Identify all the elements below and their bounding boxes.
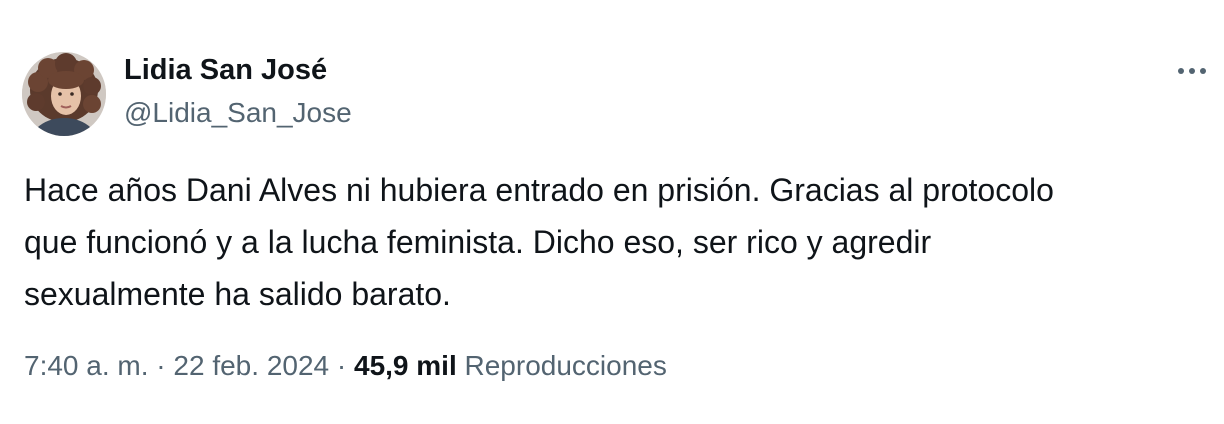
meta-separator: · <box>336 350 347 381</box>
tweet-text-line: que funcionó y a la lucha feminista. Dic… <box>24 224 932 260</box>
tweet-date[interactable]: 22 feb. 2024 <box>173 350 329 381</box>
tweet-meta: 7:40 a. m. · 22 feb. 2024 · 45,9 mil Rep… <box>24 350 667 382</box>
author-name[interactable]: Lidia San José <box>124 54 327 87</box>
tweet-text-line: Hace años Dani Alves ni hubiera entrado … <box>24 172 1054 208</box>
tweet-card: Lidia San José @Lidia_San_Jose Hace años… <box>0 0 1224 424</box>
views-count: 45,9 mil <box>354 350 457 381</box>
tweet-time[interactable]: 7:40 a. m. <box>24 350 149 381</box>
views-label: Reproducciones <box>464 350 667 381</box>
more-options-button[interactable] <box>1168 56 1216 86</box>
more-horizontal-icon <box>1189 68 1195 74</box>
avatar-image <box>22 52 106 136</box>
author-handle[interactable]: @Lidia_San_Jose <box>124 97 352 129</box>
tweet-text-line: sexualmente ha salido barato. <box>24 276 451 312</box>
more-horizontal-icon <box>1178 68 1184 74</box>
tweet-text: Hace años Dani Alves ni hubiera entrado … <box>24 164 1214 320</box>
more-horizontal-icon <box>1200 68 1206 74</box>
meta-separator: · <box>156 350 166 381</box>
avatar[interactable] <box>22 52 106 136</box>
